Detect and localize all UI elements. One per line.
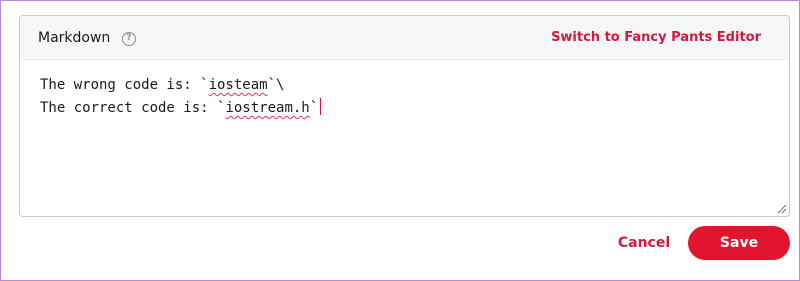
line-prefix: The wrong code is: ` <box>40 77 209 93</box>
misspelled-word: iostream.h <box>225 100 310 116</box>
help-icon[interactable]: ? <box>122 32 136 46</box>
line-prefix: The correct code is: ` <box>40 100 226 116</box>
line-suffix: `\ <box>267 77 285 93</box>
editor-mode-label: Markdown <box>38 30 111 46</box>
editor-header: Markdown ? Switch to Fancy Pants Editor <box>20 16 789 60</box>
markdown-editor: Markdown ? Switch to Fancy Pants Editor … <box>19 15 790 217</box>
save-button[interactable]: Save <box>688 226 790 260</box>
switch-to-fancy-pants-link[interactable]: Switch to Fancy Pants Editor <box>551 30 761 45</box>
cancel-button[interactable]: Cancel <box>611 230 677 256</box>
misspelled-word: iosteam <box>208 77 268 93</box>
resize-grip-icon[interactable] <box>776 203 787 214</box>
line-suffix: ` <box>309 100 319 116</box>
markdown-textarea[interactable]: The wrong code is: `iosteam`\ The correct… <box>20 61 789 216</box>
text-line: The correct code is: `iostream.h` <box>40 97 769 120</box>
text-line: The wrong code is: `iosteam`\ <box>40 74 769 97</box>
text-caret <box>320 98 322 115</box>
